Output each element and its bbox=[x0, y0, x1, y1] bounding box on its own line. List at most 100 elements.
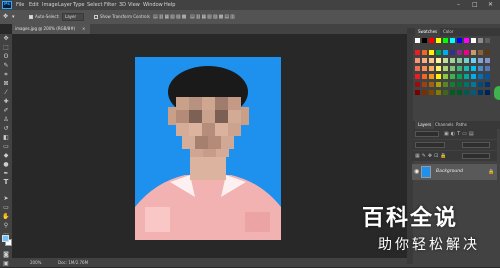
color-swatch[interactable] bbox=[464, 66, 469, 71]
side-plugin-button[interactable] bbox=[494, 86, 500, 100]
color-swatch[interactable] bbox=[422, 58, 427, 63]
foreground-color-swatch[interactable] bbox=[2, 235, 9, 242]
color-swatch[interactable] bbox=[457, 38, 462, 43]
color-swatch[interactable] bbox=[429, 74, 434, 79]
align-icons[interactable]: ▤▥▦▧▨▩ bbox=[153, 10, 187, 24]
menu-type[interactable]: Type bbox=[73, 0, 84, 10]
color-swatch[interactable] bbox=[478, 50, 483, 55]
document-tab[interactable]: images.jpg @ 200% (RGB/8#) × bbox=[12, 24, 90, 34]
color-swatch[interactable] bbox=[471, 74, 476, 79]
color-swatch[interactable] bbox=[478, 66, 483, 71]
color-swatch[interactable] bbox=[457, 58, 462, 63]
color-swatch[interactable] bbox=[415, 66, 420, 71]
transform-controls-checkbox[interactable] bbox=[94, 15, 98, 19]
color-swatch[interactable] bbox=[457, 66, 462, 71]
color-swatch[interactable] bbox=[429, 82, 434, 87]
menu-select[interactable]: Select bbox=[87, 0, 102, 10]
hand-tool-icon[interactable]: ✋ bbox=[0, 212, 12, 221]
color-swatch[interactable] bbox=[457, 74, 462, 79]
color-swatch[interactable] bbox=[450, 74, 455, 79]
color-swatch[interactable] bbox=[471, 50, 476, 55]
color-swatch[interactable] bbox=[429, 66, 434, 71]
color-swatch[interactable] bbox=[457, 90, 462, 95]
auto-select-checkbox[interactable] bbox=[29, 15, 33, 19]
color-swatch[interactable] bbox=[464, 90, 469, 95]
color-swatch[interactable] bbox=[485, 82, 490, 87]
color-swatch[interactable] bbox=[415, 58, 420, 63]
color-swatch[interactable] bbox=[436, 74, 441, 79]
menu-file[interactable]: File bbox=[16, 0, 24, 10]
color-swatch[interactable] bbox=[443, 38, 448, 43]
color-swatch[interactable] bbox=[443, 58, 448, 63]
type-tool-icon[interactable]: T bbox=[0, 178, 12, 187]
healing-brush-tool-icon[interactable]: ✚ bbox=[0, 97, 12, 106]
document-info[interactable]: Doc: 1M/2.76M bbox=[58, 258, 88, 267]
color-swatch[interactable] bbox=[436, 82, 441, 87]
color-swatch[interactable] bbox=[485, 50, 490, 55]
color-swatch[interactable] bbox=[478, 38, 483, 43]
rectangle-tool-icon[interactable]: ▭ bbox=[0, 203, 12, 212]
zoom-level[interactable]: 200% bbox=[30, 258, 41, 267]
frame-tool-icon[interactable]: ⊠ bbox=[0, 79, 12, 88]
color-swatch[interactable] bbox=[436, 66, 441, 71]
color-swatch[interactable] bbox=[464, 50, 469, 55]
color-swatch[interactable] bbox=[450, 82, 455, 87]
color-swatch[interactable] bbox=[422, 82, 427, 87]
tab-swatches[interactable]: Swatches bbox=[415, 28, 441, 36]
color-swatch[interactable] bbox=[415, 38, 420, 43]
zoom-tool-icon[interactable]: ⚲ bbox=[0, 221, 12, 230]
fill-field[interactable] bbox=[462, 153, 490, 159]
move-tool-icon[interactable]: ✥ bbox=[3, 10, 8, 24]
blend-mode-dropdown[interactable] bbox=[415, 142, 445, 148]
color-swatch[interactable] bbox=[471, 58, 476, 63]
color-swatch[interactable] bbox=[429, 38, 434, 43]
blur-tool-icon[interactable]: ◆ bbox=[0, 151, 12, 160]
color-swatch[interactable] bbox=[457, 50, 462, 55]
distribute-icons[interactable]: ▤▥▦▧▨▩▤▥ bbox=[190, 10, 236, 24]
color-swatch[interactable] bbox=[443, 66, 448, 71]
pen-tool-icon[interactable]: ✒ bbox=[0, 169, 12, 178]
color-swatch[interactable] bbox=[443, 90, 448, 95]
gradient-tool-icon[interactable]: ▭ bbox=[0, 142, 12, 151]
color-swatch[interactable] bbox=[436, 38, 441, 43]
color-swatch[interactable] bbox=[471, 90, 476, 95]
color-swatch[interactable] bbox=[450, 50, 455, 55]
menu-edit[interactable]: Edit bbox=[29, 0, 39, 10]
color-swatch[interactable] bbox=[443, 50, 448, 55]
color-swatch[interactable] bbox=[478, 74, 483, 79]
clone-stamp-tool-icon[interactable]: ♙ bbox=[0, 115, 12, 124]
color-swatch[interactable] bbox=[464, 38, 469, 43]
color-swatch[interactable] bbox=[429, 90, 434, 95]
opacity-field[interactable] bbox=[462, 142, 490, 148]
document-canvas[interactable] bbox=[135, 57, 281, 240]
color-swatch[interactable] bbox=[464, 58, 469, 63]
menu-image[interactable]: Image bbox=[42, 0, 58, 10]
color-swatch[interactable] bbox=[436, 58, 441, 63]
color-swatch[interactable] bbox=[471, 66, 476, 71]
color-swatch[interactable] bbox=[443, 82, 448, 87]
color-swatch[interactable] bbox=[457, 82, 462, 87]
dodge-tool-icon[interactable]: ● bbox=[0, 160, 12, 169]
color-swatch[interactable] bbox=[485, 90, 490, 95]
maximize-icon[interactable]: □ bbox=[472, 0, 478, 10]
color-swatch[interactable] bbox=[471, 38, 476, 43]
tool-preset-chevron-icon[interactable]: ▾ bbox=[12, 10, 15, 24]
menu-view[interactable]: View bbox=[128, 0, 140, 10]
color-swatch[interactable] bbox=[478, 90, 483, 95]
eyedropper-tool-icon[interactable]: ⁄ bbox=[0, 88, 12, 97]
menu-window[interactable]: Window bbox=[143, 0, 163, 10]
color-swatch[interactable] bbox=[485, 66, 490, 71]
color-swatch[interactable] bbox=[450, 90, 455, 95]
menu-filter[interactable]: Filter bbox=[104, 0, 116, 10]
color-swatch[interactable] bbox=[450, 38, 455, 43]
color-swatch[interactable] bbox=[478, 82, 483, 87]
brush-tool-icon[interactable]: ✐ bbox=[0, 106, 12, 115]
color-swatch[interactable] bbox=[429, 58, 434, 63]
tab-color[interactable]: Color bbox=[443, 28, 453, 36]
path-select-tool-icon[interactable]: ➤ bbox=[0, 194, 12, 203]
close-tab-icon[interactable]: × bbox=[82, 24, 85, 34]
color-swatch[interactable] bbox=[450, 58, 455, 63]
color-swatch[interactable] bbox=[422, 50, 427, 55]
color-swatch[interactable] bbox=[429, 50, 434, 55]
color-swatch[interactable] bbox=[464, 74, 469, 79]
